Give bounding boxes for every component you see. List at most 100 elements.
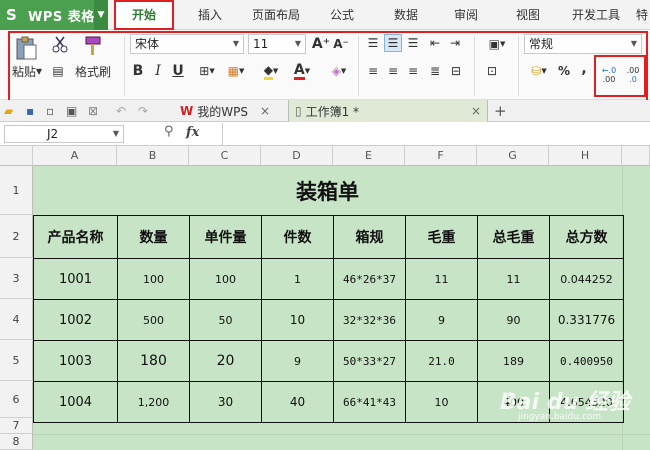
new-tab-button[interactable]: + bbox=[494, 100, 510, 122]
fill-color-button[interactable]: ◆ ▼ bbox=[258, 62, 284, 80]
comma-button[interactable]: , bbox=[578, 60, 590, 78]
row-header-5[interactable]: 5 bbox=[0, 340, 33, 381]
doc-tab-workbook[interactable]: ▯ 工作簿1 * × bbox=[288, 100, 488, 122]
name-box[interactable]: J2 ▼ bbox=[4, 125, 124, 143]
app-menu-button[interactable]: S WPS 表格 ▼ bbox=[0, 0, 108, 30]
cell[interactable]: 1,200 bbox=[117, 381, 190, 423]
tab-insert[interactable]: 插入 bbox=[190, 0, 230, 30]
font-size-select[interactable]: 11 ▼ bbox=[248, 34, 306, 54]
cut-icon[interactable] bbox=[50, 34, 70, 54]
percent-button[interactable]: % bbox=[556, 62, 572, 80]
cell[interactable]: 9 bbox=[261, 340, 334, 382]
cell[interactable]: 500 bbox=[117, 299, 190, 341]
cell[interactable]: 21.0 bbox=[405, 340, 478, 382]
tab-overflow[interactable]: 特 bbox=[634, 0, 650, 30]
row-header-4[interactable]: 4 bbox=[0, 299, 33, 340]
undo-icon[interactable]: ↶ bbox=[116, 104, 130, 118]
tab-view[interactable]: 视图 bbox=[508, 0, 548, 30]
grow-font-button[interactable]: A⁺ bbox=[312, 34, 330, 54]
cell[interactable]: 20 bbox=[189, 340, 262, 382]
header-cell[interactable]: 产品名称 bbox=[33, 215, 118, 259]
format-painter-icon[interactable] bbox=[78, 34, 106, 58]
select-all-corner[interactable] bbox=[0, 146, 33, 166]
col-header-next[interactable] bbox=[622, 146, 650, 166]
cell[interactable]: 189 bbox=[477, 340, 550, 382]
wrap-text-icon[interactable]: ⊡ bbox=[482, 62, 502, 80]
format-painter-button[interactable]: 格式刷 bbox=[70, 62, 116, 80]
cell[interactable]: 66*41*43 bbox=[333, 381, 406, 423]
align-left-icon[interactable]: ≡ bbox=[364, 62, 382, 80]
header-cell[interactable]: 件数 bbox=[261, 215, 334, 259]
fill-pattern-button[interactable]: ▦ ▼ bbox=[222, 62, 250, 80]
distribute-icon[interactable]: ⊟ bbox=[446, 62, 466, 80]
cell[interactable]: 32*32*36 bbox=[333, 299, 406, 341]
clear-format-button[interactable]: ◈ ▼ bbox=[326, 62, 352, 80]
save-icon[interactable]: ▪ bbox=[26, 104, 40, 118]
cell[interactable]: 180 bbox=[117, 340, 190, 382]
row-header-6[interactable]: 6 bbox=[0, 381, 33, 418]
row-header-8[interactable]: 8 bbox=[0, 434, 33, 450]
redo-icon[interactable]: ↷ bbox=[138, 104, 152, 118]
formula-input[interactable] bbox=[222, 123, 650, 145]
bold-button[interactable]: B bbox=[130, 62, 146, 80]
open-folder-icon[interactable]: ▰ bbox=[4, 104, 18, 118]
align-right-icon[interactable]: ≡ bbox=[404, 62, 422, 80]
doc-tab-my-wps[interactable]: W 我的WPS × bbox=[180, 100, 284, 122]
col-header-e[interactable]: E bbox=[333, 146, 405, 166]
cell[interactable]: 1001 bbox=[33, 258, 118, 300]
align-top-icon[interactable]: ☰ bbox=[364, 34, 382, 52]
col-header-a[interactable]: A bbox=[33, 146, 117, 166]
zoom-icon[interactable]: ⚲ bbox=[164, 124, 174, 139]
print-icon[interactable]: ▣ bbox=[66, 104, 80, 118]
cell[interactable]: 1002 bbox=[33, 299, 118, 341]
col-header-g[interactable]: G bbox=[477, 146, 549, 166]
cell[interactable]: 11 bbox=[477, 258, 550, 300]
currency-button[interactable]: ⛁ ▼ bbox=[526, 62, 552, 80]
tab-developer[interactable]: 开发工具 bbox=[566, 0, 626, 30]
close-icon[interactable]: × bbox=[260, 104, 270, 118]
header-cell[interactable]: 箱规 bbox=[333, 215, 406, 259]
col-header-h[interactable]: H bbox=[549, 146, 622, 166]
cell[interactable]: 0.331776 bbox=[549, 299, 624, 341]
cell[interactable]: 9 bbox=[405, 299, 478, 341]
increase-decimal-button[interactable]: ←.0.00 bbox=[598, 60, 620, 90]
align-center-icon[interactable]: ≡ bbox=[384, 62, 402, 80]
cell[interactable]: 30 bbox=[189, 381, 262, 423]
tab-formula[interactable]: 公式 bbox=[322, 0, 362, 30]
cell[interactable]: 1003 bbox=[33, 340, 118, 382]
header-cell[interactable]: 总毛重 bbox=[477, 215, 550, 259]
sheet-title-cell[interactable]: 装箱单 bbox=[33, 166, 622, 215]
paste-button[interactable]: 粘贴 ▾ bbox=[8, 62, 46, 80]
border-button[interactable]: ⊞ ▼ bbox=[194, 62, 220, 80]
cell[interactable]: 50 bbox=[189, 299, 262, 341]
cell[interactable]: 90 bbox=[477, 299, 550, 341]
font-name-select[interactable]: 宋体 ▼ bbox=[130, 34, 244, 54]
col-header-f[interactable]: F bbox=[405, 146, 477, 166]
cell[interactable]: 1 bbox=[261, 258, 334, 300]
close-icon[interactable]: × bbox=[471, 104, 481, 118]
number-format-select[interactable]: 常规 ▼ bbox=[524, 34, 642, 54]
header-cell[interactable]: 单件量 bbox=[189, 215, 262, 259]
cell[interactable]: 50*33*27 bbox=[333, 340, 406, 382]
underline-button[interactable]: U bbox=[170, 62, 186, 80]
cell[interactable]: 1004 bbox=[33, 381, 118, 423]
align-middle-icon[interactable]: ☰ bbox=[384, 34, 402, 52]
cell[interactable]: 40 bbox=[261, 381, 334, 423]
tab-start[interactable]: 开始 bbox=[114, 0, 174, 30]
indent-increase-icon[interactable]: ⇥ bbox=[446, 34, 464, 52]
cell[interactable]: 100 bbox=[117, 258, 190, 300]
chevron-down-icon[interactable]: ▼ bbox=[94, 0, 108, 30]
cell[interactable]: 0.044252 bbox=[549, 258, 624, 300]
indent-decrease-icon[interactable]: ⇤ bbox=[426, 34, 444, 52]
header-cell[interactable]: 总方数 bbox=[549, 215, 624, 259]
cell[interactable]: 11 bbox=[405, 258, 478, 300]
cell[interactable]: 10 bbox=[405, 381, 478, 423]
row-header-3[interactable]: 3 bbox=[0, 258, 33, 299]
align-bottom-icon[interactable]: ☰ bbox=[404, 34, 422, 52]
cell[interactable]: 46*26*37 bbox=[333, 258, 406, 300]
font-color-button[interactable]: A ▼ bbox=[288, 62, 316, 80]
print-preview-icon[interactable]: ▫ bbox=[46, 104, 60, 118]
fx-button[interactable]: fx bbox=[186, 125, 199, 140]
tab-review[interactable]: 审阅 bbox=[446, 0, 486, 30]
row-header-7[interactable]: 7 bbox=[0, 418, 33, 434]
